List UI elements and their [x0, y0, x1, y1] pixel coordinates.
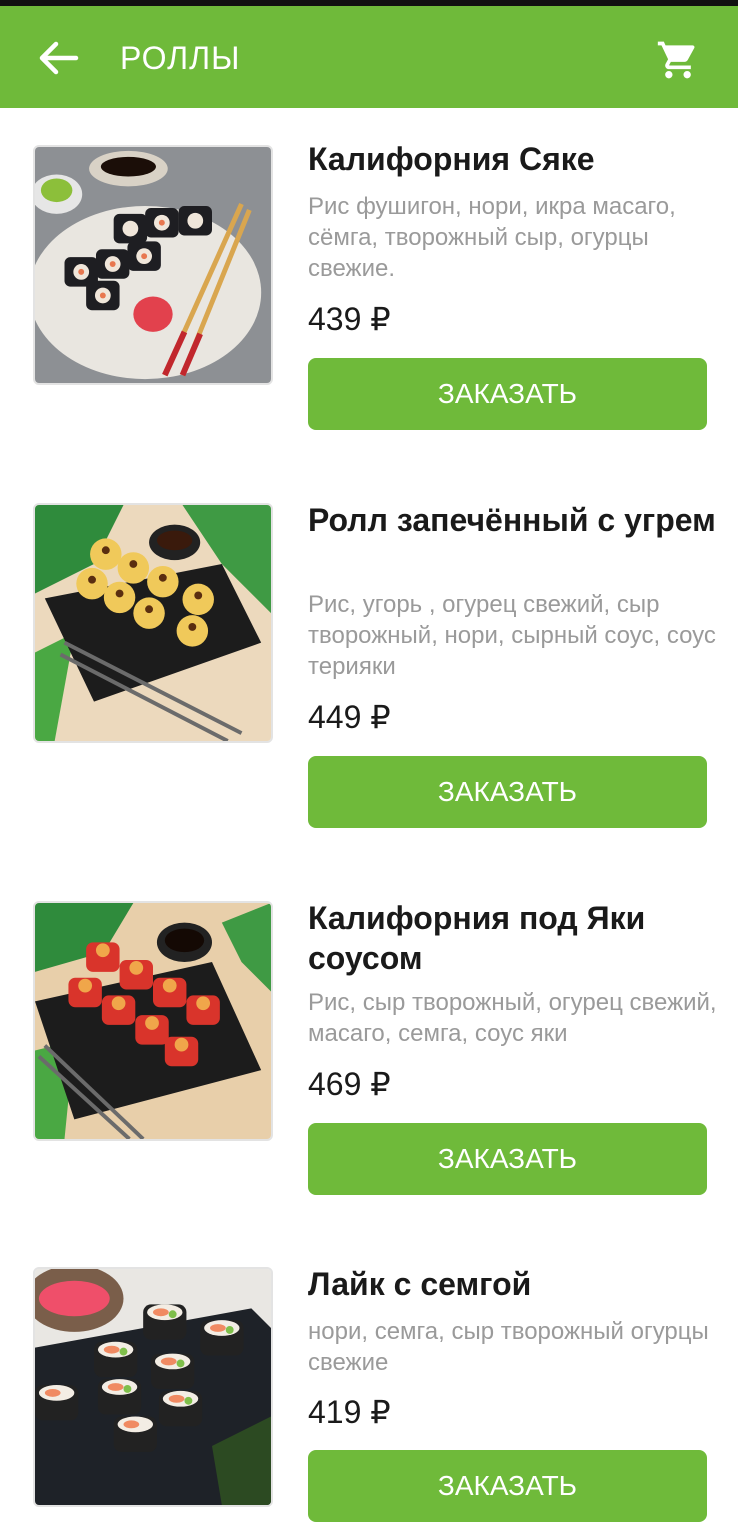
- product-price: 449 ₽: [308, 699, 391, 735]
- product-price: 439 ₽: [308, 301, 391, 337]
- order-button[interactable]: ЗАКАЗАТЬ: [308, 1123, 707, 1195]
- order-button[interactable]: ЗАКАЗАТЬ: [308, 756, 707, 828]
- order-button[interactable]: ЗАКАЗАТЬ: [308, 358, 707, 430]
- product-price: 469 ₽: [308, 1066, 391, 1102]
- product-image[interactable]: [33, 503, 273, 743]
- order-button[interactable]: ЗАКАЗАТЬ: [308, 1450, 707, 1522]
- product-description: Рис фушигон, нори, икра масаго, сёмга, т…: [308, 193, 676, 282]
- product-description: нори, семга, сыр творожный огурцы свежие: [308, 1318, 709, 1376]
- shopping-cart-icon: [657, 41, 695, 79]
- page-title: РОЛЛЫ: [120, 40, 241, 76]
- product-price: 419 ₽: [308, 1394, 391, 1430]
- back-button[interactable]: [36, 38, 80, 78]
- arrow-back-icon: [39, 41, 79, 75]
- product-description: Рис, сыр творожный, огурец свежий, масаг…: [308, 989, 717, 1047]
- cart-button[interactable]: [656, 38, 700, 82]
- product-image[interactable]: [33, 1267, 273, 1507]
- product-description: Рис, угорь , огурец свежий, сыр творожны…: [308, 591, 716, 680]
- product-image[interactable]: [33, 901, 273, 1141]
- product-title: Калифорния Сяке: [308, 141, 595, 177]
- product-title: Лайк с семгой: [308, 1266, 532, 1302]
- product-image[interactable]: [33, 145, 273, 385]
- product-title: Ролл запечённый с угрем: [308, 502, 716, 538]
- product-title: Калифорния под Яки соусом: [308, 900, 646, 976]
- app-bar: РОЛЛЫ: [0, 6, 738, 108]
